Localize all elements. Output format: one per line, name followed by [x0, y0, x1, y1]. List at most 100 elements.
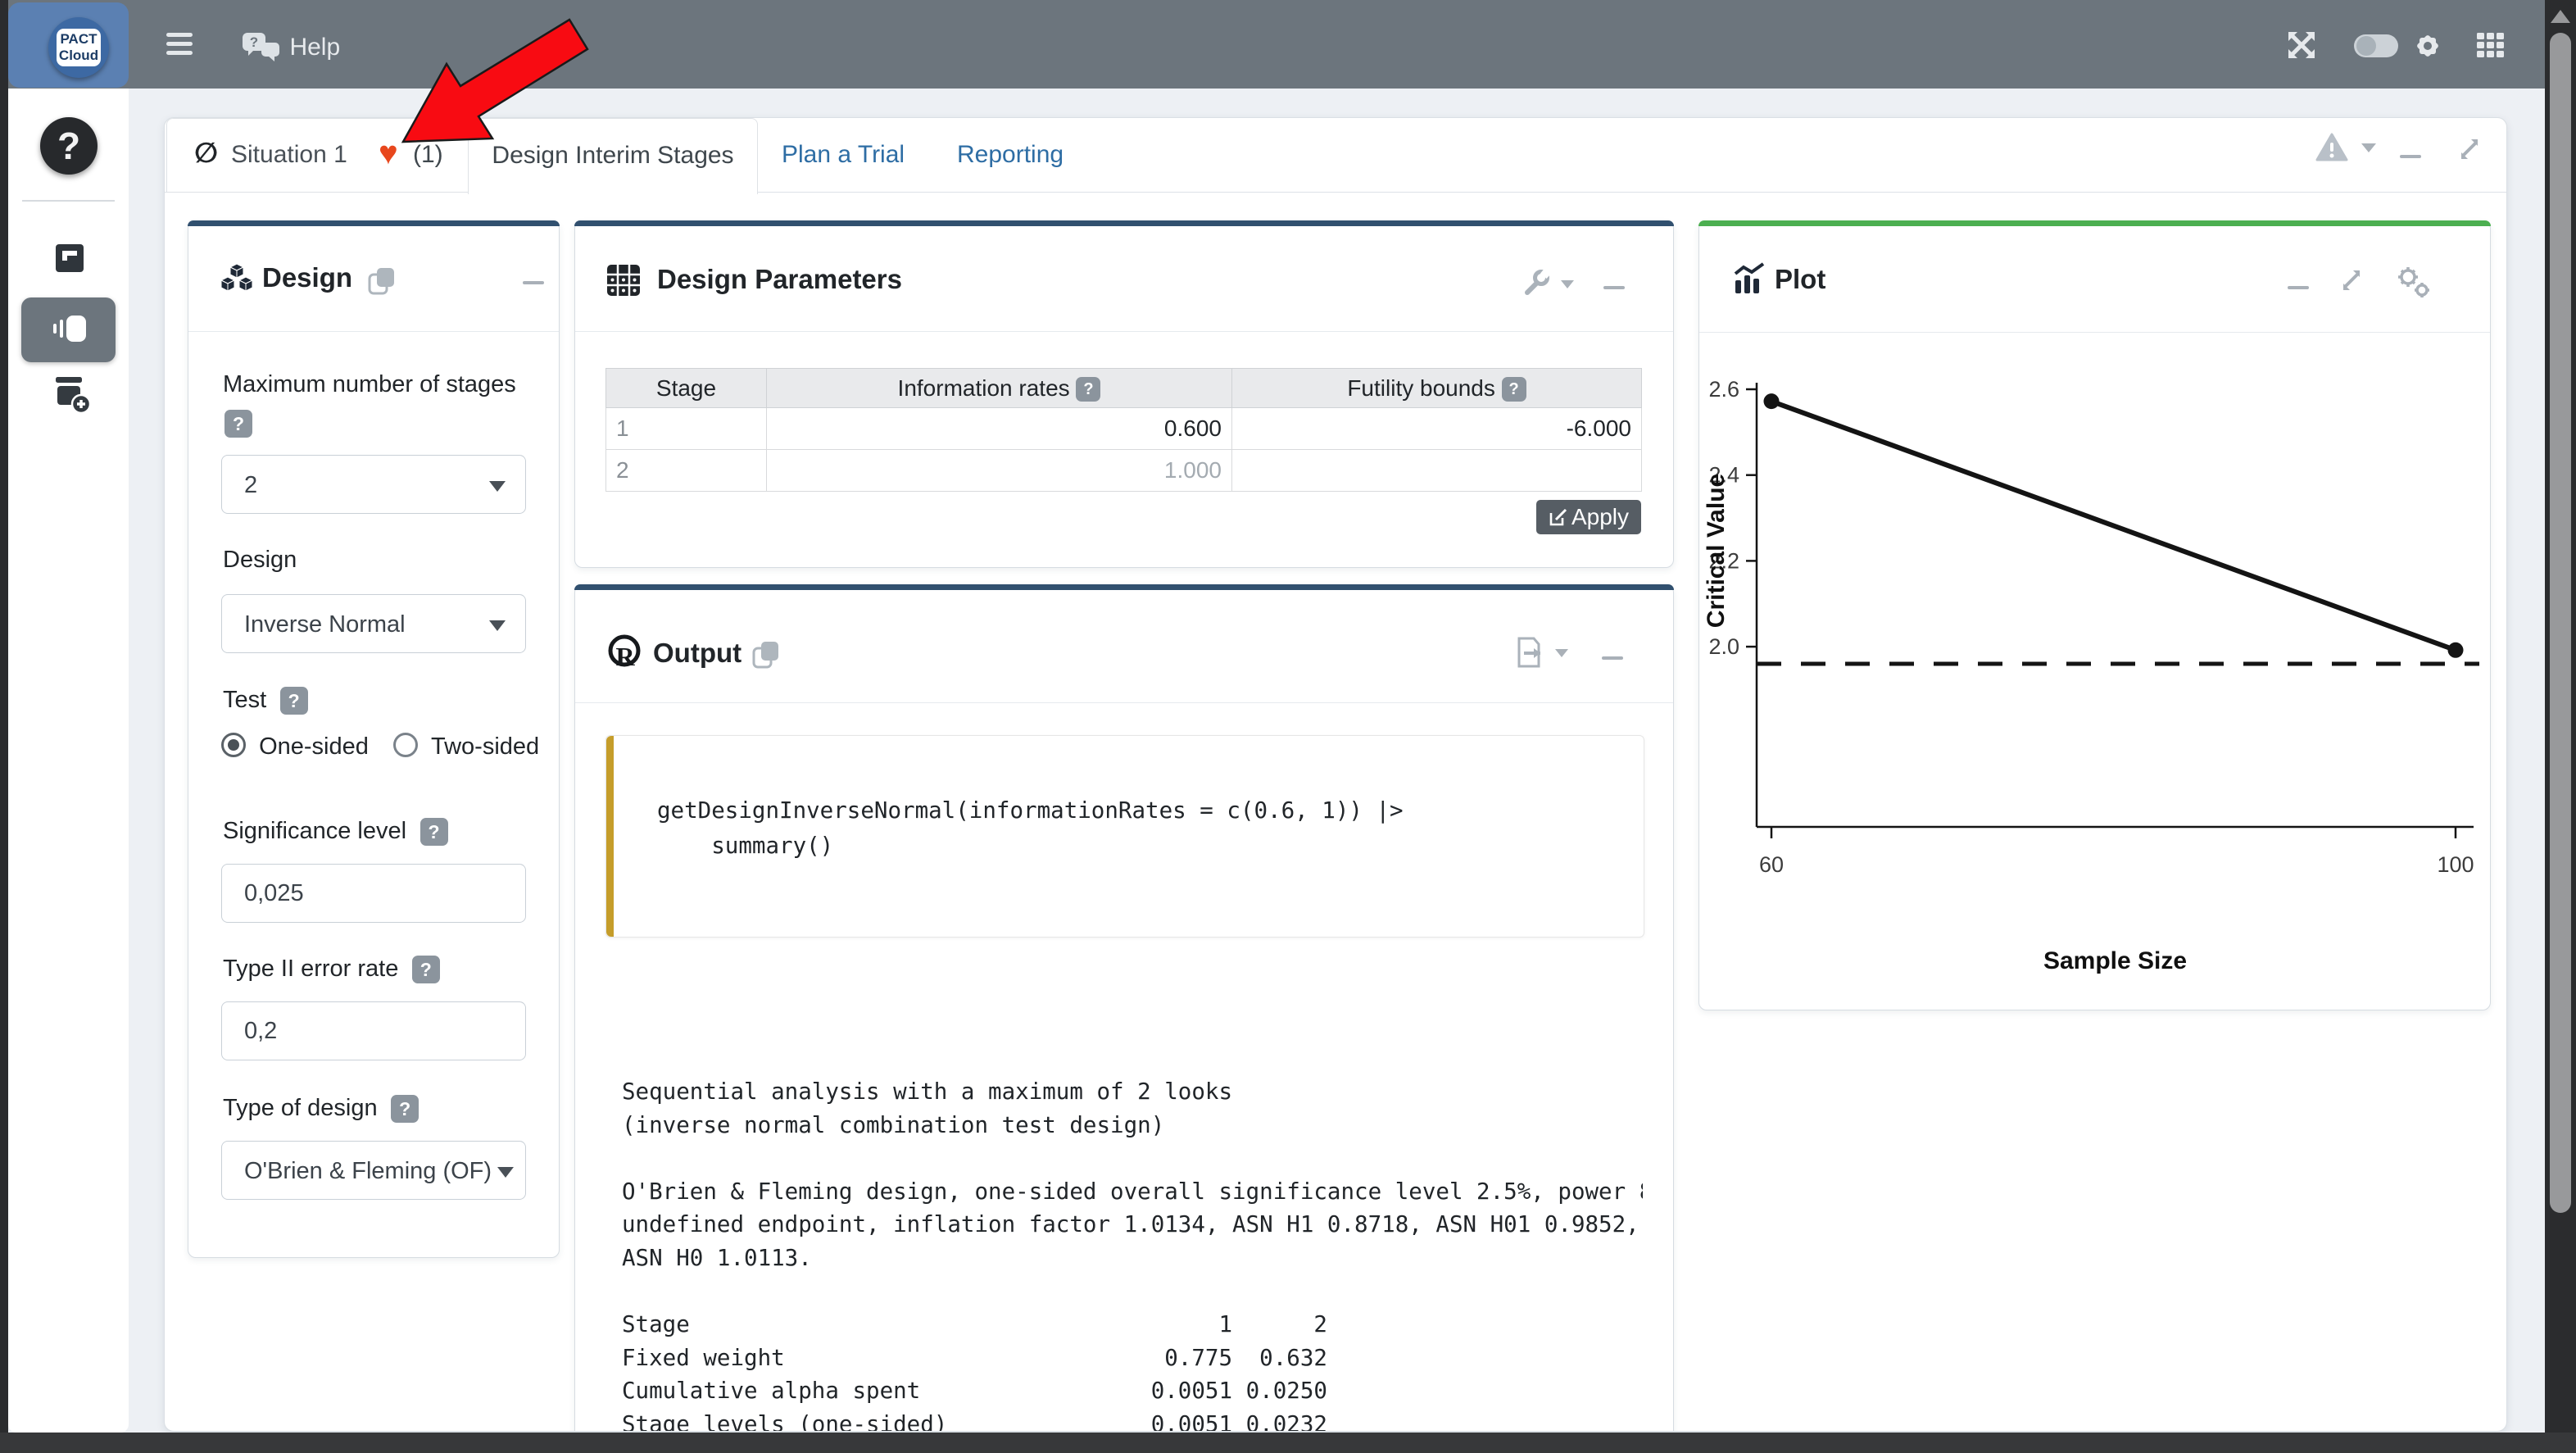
- expand-icon: [2337, 266, 2366, 295]
- params-panel-accent: [574, 220, 1674, 226]
- tabbar: ∅ Situation 1 ♥ (1) Design Interim Stage…: [165, 118, 2506, 193]
- svg-text:60: 60: [1759, 852, 1784, 877]
- test-help-badge[interactable]: ?: [280, 687, 308, 715]
- table-grid-icon: [606, 264, 641, 297]
- empty-set-icon: ∅: [194, 137, 218, 170]
- svg-text:R: R: [615, 642, 635, 671]
- plot-settings-button[interactable]: [2396, 266, 2430, 302]
- type-help-badge[interactable]: ?: [391, 1095, 419, 1123]
- radio-one-sided[interactable]: [221, 733, 246, 757]
- type2-error-input[interactable]: [221, 1001, 526, 1060]
- two-sided-label: Two-sided: [431, 733, 539, 760]
- beta-help-badge[interactable]: ?: [412, 956, 440, 983]
- info-rate-cell[interactable]: 0.600: [767, 408, 1232, 450]
- warning-icon: [2315, 133, 2348, 162]
- apps-grid-button[interactable]: [2477, 33, 2505, 63]
- max-stages-help-badge[interactable]: ?: [224, 410, 252, 438]
- sidebar-item-add-situation[interactable]: [51, 377, 92, 419]
- design-select[interactable]: Inverse Normal: [221, 594, 526, 653]
- plot-panel-accent: [1698, 220, 2491, 226]
- warnings-dropdown[interactable]: [2315, 133, 2376, 166]
- plot-expand-button[interactable]: [2337, 266, 2366, 299]
- sidebar-item-situations[interactable]: [56, 244, 84, 276]
- params-header-divider: [575, 331, 1673, 332]
- info-rates-help-badge[interactable]: ?: [1076, 377, 1100, 402]
- fullscreen-button[interactable]: [2287, 30, 2316, 64]
- window-vscrollbar[interactable]: [2545, 0, 2576, 1453]
- test-radio-group: One-sided Two-sided: [221, 733, 539, 761]
- avatar[interactable]: ?: [40, 117, 98, 175]
- add-box-icon: [51, 377, 92, 415]
- settings-gear-icon: [2413, 31, 2442, 61]
- futility-help-badge[interactable]: ?: [1502, 377, 1526, 402]
- radio-two-sided[interactable]: [393, 733, 418, 757]
- plot-panel: Plot 2.: [1698, 220, 2491, 1010]
- sidebar: ?: [8, 89, 129, 1433]
- export-file-icon: [1516, 636, 1545, 669]
- design-select-label: Design: [223, 547, 297, 574]
- sig-help-badge[interactable]: ?: [420, 818, 448, 846]
- theme-toggle[interactable]: [2354, 34, 2398, 57]
- futility-cell[interactable]: [1232, 450, 1642, 492]
- plot-collapse-button[interactable]: [2288, 280, 2309, 295]
- output-header-divider: [575, 702, 1673, 703]
- chart-icon: [1732, 262, 1766, 297]
- stage-cell: 1: [606, 408, 767, 450]
- pencil-square-icon: [1549, 507, 1568, 527]
- beta-label-row: Type II error rate ?: [223, 956, 440, 983]
- wrench-icon: [1522, 269, 1551, 298]
- tab-reporting[interactable]: Reporting: [957, 141, 1064, 169]
- apply-label: Apply: [1571, 504, 1629, 529]
- max-stages-label: Maximum number of stages: [223, 371, 516, 398]
- code-accent-bar: [606, 736, 614, 937]
- minus-icon: [2400, 155, 2421, 158]
- design-select-value: Inverse Normal: [244, 611, 406, 638]
- panel-layout-icon: [50, 314, 88, 345]
- tab-situation[interactable]: ∅ Situation 1 ♥ (1): [166, 118, 470, 193]
- vscroll-thumb[interactable]: [2550, 33, 2571, 1213]
- svg-text:100: 100: [2437, 852, 2474, 877]
- sidebar-item-design-active[interactable]: [21, 297, 116, 362]
- logo-bubble: PACT Cloud: [57, 29, 101, 66]
- futility-cell[interactable]: -6.000: [1232, 408, 1642, 450]
- output-collapse-button[interactable]: [1602, 651, 1623, 665]
- avatar-question-glyph: ?: [57, 125, 80, 167]
- type-of-design-select[interactable]: O'Brien & Fleming (OF): [221, 1141, 526, 1200]
- test-label-row: Test ?: [223, 687, 308, 715]
- design-header-divider: [188, 331, 559, 332]
- apply-button[interactable]: Apply: [1536, 500, 1641, 534]
- app-logo[interactable]: PACT Cloud: [8, 2, 129, 88]
- app-window: PACT Cloud ? Help: [0, 0, 2576, 1453]
- tab-design-label: Design Interim Stages: [492, 142, 733, 169]
- r-logo-icon: R: [605, 633, 644, 672]
- window-bottom-bar: [0, 1433, 2576, 1453]
- params-tools-dropdown[interactable]: [1522, 269, 1574, 302]
- minus-icon: [2288, 286, 2309, 289]
- params-collapse-button[interactable]: [1603, 280, 1625, 295]
- max-stages-select[interactable]: 2: [221, 455, 526, 514]
- help-button[interactable]: ? Help: [242, 31, 340, 64]
- cubes-icon: [219, 262, 255, 298]
- info-rate-cell[interactable]: 1.000: [767, 450, 1232, 492]
- minus-icon: [1602, 656, 1623, 660]
- table-header-row: Stage Information rates ? Futility bound…: [606, 369, 1642, 408]
- export-dropdown[interactable]: [1516, 636, 1568, 673]
- tab-design-interim-stages[interactable]: Design Interim Stages: [468, 118, 758, 194]
- logo-circle: PACT Cloud: [48, 17, 109, 78]
- design-collapse-button[interactable]: [523, 275, 544, 290]
- tab-plan-a-trial[interactable]: Plan a Trial: [782, 141, 905, 169]
- svg-text:2.0: 2.0: [1708, 634, 1739, 659]
- code-line: summary(): [657, 833, 833, 859]
- scroll-up-arrow-icon[interactable]: [2551, 10, 2570, 23]
- copy-icon[interactable]: [367, 266, 397, 297]
- heart-icon[interactable]: ♥: [379, 135, 398, 172]
- plot-panel-title: Plot: [1775, 264, 1825, 295]
- collapse-all-button[interactable]: [2400, 149, 2421, 164]
- significance-level-input[interactable]: [221, 864, 526, 923]
- expand-icon: [2455, 134, 2484, 164]
- settings-button[interactable]: [2413, 31, 2442, 65]
- type-of-design-value: O'Brien & Fleming (OF): [244, 1158, 492, 1184]
- menu-button[interactable]: [166, 31, 194, 57]
- expand-all-button[interactable]: [2455, 134, 2484, 168]
- copy-icon[interactable]: [751, 639, 781, 670]
